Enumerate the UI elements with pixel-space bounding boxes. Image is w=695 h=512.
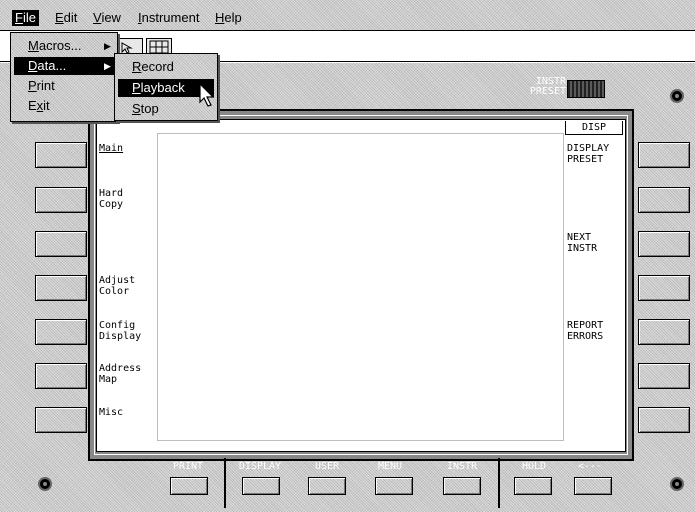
menu-edit-mnemonic: E (55, 10, 64, 25)
print-mnemonic: P (28, 78, 37, 93)
screw-bottom-left (38, 477, 52, 491)
menu-key[interactable] (375, 477, 413, 495)
bottom-key-label-back: <--- (577, 461, 603, 472)
macros-label: acros... (38, 38, 82, 53)
print-label: rint (36, 78, 55, 93)
left-softkey-5[interactable] (35, 319, 87, 345)
left-softkey-3[interactable] (35, 231, 87, 257)
mouse-pointer-icon (199, 83, 215, 107)
disp-label: DISP (565, 121, 623, 135)
softkey-label-main: Main (99, 143, 124, 154)
menu-help[interactable]: Help (212, 10, 245, 26)
left-softkey-4[interactable] (35, 275, 87, 301)
bottom-key-label-instr: INSTR (446, 461, 478, 472)
data-mnemonic: D (28, 58, 38, 73)
menu-file-label: ile (22, 10, 36, 25)
bottom-key-label-print: PRINT (172, 461, 204, 472)
menu-view[interactable]: View (90, 10, 124, 26)
right-softkey-1[interactable] (638, 142, 690, 168)
menu-bar: File Edit View Instrument Help (0, 0, 695, 31)
exit-label: it (43, 98, 50, 113)
macros-mnemonic: M (28, 38, 39, 53)
softkey-label-config-display: Config Display (99, 320, 142, 342)
file-menu-macros[interactable]: Macros... ▶ (14, 37, 114, 55)
exit-prefix: E (28, 98, 37, 113)
menu-help-label: elp (224, 10, 242, 25)
bottom-key-label-display: DISPLAY (238, 461, 282, 472)
menu-edit[interactable]: Edit (52, 10, 80, 26)
playback-mnemonic: P (132, 80, 141, 95)
softkey-label-adjust-color: Adjust Color (99, 275, 136, 297)
instr-key[interactable] (443, 477, 481, 495)
screw-top-right (670, 89, 684, 103)
softkey-label-address-map: Address Map (99, 363, 142, 385)
softkey-label-display-preset: DISPLAY PRESET (567, 143, 610, 165)
left-softkey-2[interactable] (35, 187, 87, 213)
display-key[interactable] (242, 477, 280, 495)
file-menu: Macros... ▶ Data... ▶ Print Exit (10, 32, 118, 122)
record-mnemonic: R (132, 59, 142, 74)
data-label: ata... (37, 58, 67, 73)
softkey-label-hard-copy: Hard Copy (99, 188, 124, 210)
instr-preset-label: INSTR PRESET (529, 76, 566, 97)
menu-edit-label: dit (63, 10, 78, 25)
right-softkey-7[interactable] (638, 407, 690, 433)
bottom-key-label-user: USER (314, 461, 340, 472)
menu-help-mnemonic: H (215, 10, 225, 25)
hold-key[interactable] (514, 477, 552, 495)
submenu-arrow-icon: ▶ (104, 61, 111, 71)
instrument-panel: INSTR PRESET DISP Main Hard Copy Adjust … (0, 63, 695, 512)
file-menu-print[interactable]: Print (14, 77, 114, 95)
softkey-label-misc: Misc (99, 407, 124, 418)
left-softkey-1[interactable] (35, 142, 87, 168)
right-softkey-6[interactable] (638, 363, 690, 389)
menu-view-label: iew (101, 10, 121, 25)
menu-instrument-label: nstrument (141, 10, 200, 25)
bottom-divider-1 (224, 458, 226, 508)
stop-label: top (140, 101, 159, 116)
screw-bottom-right (670, 477, 684, 491)
print-key[interactable] (170, 477, 208, 495)
bottom-key-label-menu: MENU (377, 461, 403, 472)
stop-mnemonic: S (132, 101, 141, 116)
right-softkey-5[interactable] (638, 319, 690, 345)
menu-file-mnemonic: F (15, 10, 23, 25)
instrument-screen: DISP Main Hard Copy Adjust Color Config … (96, 119, 626, 452)
right-softkey-2[interactable] (638, 187, 690, 213)
right-softkey-4[interactable] (638, 275, 690, 301)
softkey-label-next-instr: NEXT INSTR (567, 232, 598, 254)
left-softkey-6[interactable] (35, 363, 87, 389)
bottom-key-label-hold: HOLD (521, 461, 547, 472)
menu-file[interactable]: File (12, 10, 39, 26)
right-softkey-3[interactable] (638, 231, 690, 257)
instr-preset-button[interactable] (567, 80, 605, 98)
menu-instrument[interactable]: Instrument (135, 10, 202, 26)
back-key[interactable] (574, 477, 612, 495)
file-menu-data[interactable]: Data... ▶ (14, 57, 114, 75)
playback-label: layback (140, 80, 185, 95)
display-area (157, 133, 564, 441)
softkey-label-report-errors: REPORT ERRORS (567, 320, 604, 342)
submenu-arrow-icon: ▶ (104, 41, 111, 51)
file-menu-exit[interactable]: Exit (14, 97, 114, 115)
record-label: ecord (141, 59, 174, 74)
data-submenu-record[interactable]: Record (118, 58, 214, 76)
bottom-divider-2 (498, 458, 500, 508)
user-key[interactable] (308, 477, 346, 495)
left-softkey-7[interactable] (35, 407, 87, 433)
